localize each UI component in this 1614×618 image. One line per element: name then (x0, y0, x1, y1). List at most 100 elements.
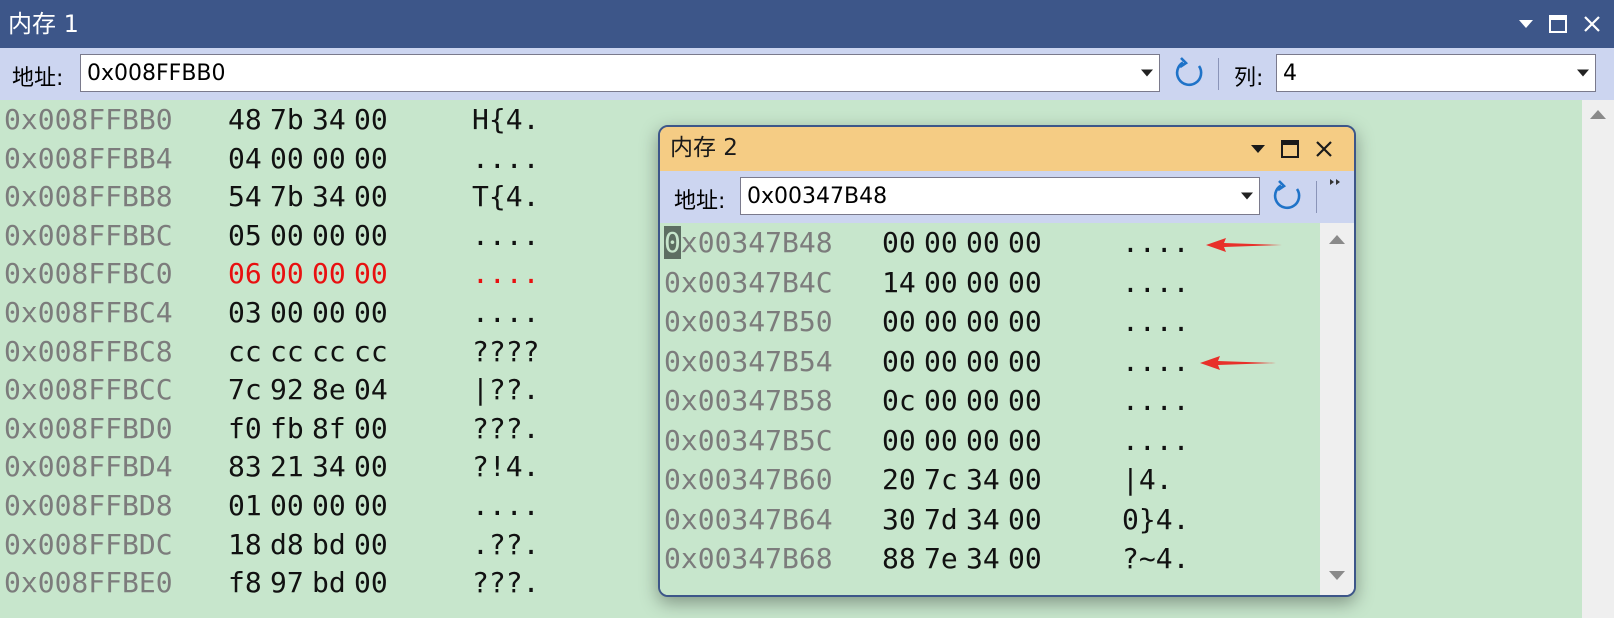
ascii-text-cell[interactable]: .... (1122, 381, 1189, 421)
hex-byte-cell[interactable]: 14 (882, 263, 916, 303)
memory1-scrollbar[interactable] (1582, 100, 1614, 618)
address-value[interactable]: 0x008FFBB0 (87, 61, 226, 86)
hex-byte-cell[interactable]: 00 (882, 302, 916, 342)
overflow-icon[interactable] (1328, 175, 1344, 194)
hex-byte-cell[interactable]: 00 (312, 139, 346, 179)
hex-byte-cell[interactable]: 7e (924, 539, 958, 579)
hex-byte-cell[interactable]: 00 (966, 223, 1000, 263)
address-cell[interactable]: 0x008FFBCC (4, 370, 173, 410)
maximize-icon[interactable] (1544, 10, 1572, 38)
ascii-text-cell[interactable]: ???. (472, 409, 539, 449)
ascii-text-cell[interactable]: .... (1122, 223, 1189, 263)
hex-byte-cell[interactable]: 00 (270, 216, 304, 256)
address-cell[interactable]: 0x008FFBC0 (4, 254, 173, 294)
memory2-scrollbar[interactable] (1320, 223, 1354, 595)
hex-byte-cell[interactable]: 00 (354, 409, 388, 449)
hex-byte-cell[interactable]: 00 (270, 293, 304, 333)
close-icon[interactable] (1578, 10, 1606, 38)
memory1-titlebar[interactable]: 内存 1 (0, 0, 1614, 48)
hex-byte-cell[interactable]: 00 (1008, 539, 1042, 579)
hex-byte-cell[interactable]: 48 (228, 100, 262, 140)
hex-byte-cell[interactable]: 01 (228, 486, 262, 526)
address-cell[interactable]: 0x008FFBD4 (4, 447, 173, 487)
hex-byte-cell[interactable]: 00 (354, 100, 388, 140)
chevron-down-icon[interactable] (1241, 192, 1253, 200)
hex-byte-cell[interactable]: 18 (228, 525, 262, 565)
ascii-text-cell[interactable]: |4. (1122, 460, 1173, 500)
address-cell[interactable]: 0x008FFBC4 (4, 293, 173, 333)
hex-byte-cell[interactable]: 34 (966, 539, 1000, 579)
scroll-down-icon[interactable] (1329, 571, 1345, 580)
address-cell[interactable]: 0x00347B68 (664, 539, 833, 579)
memory2-titlebar[interactable]: 内存 2 (660, 127, 1354, 171)
ascii-text-cell[interactable]: .... (472, 139, 539, 179)
hex-byte-cell[interactable]: 00 (354, 293, 388, 333)
hex-byte-cell[interactable]: 00 (312, 216, 346, 256)
scroll-up-icon[interactable] (1590, 110, 1606, 119)
address-cell[interactable]: 0x00347B5C (664, 421, 833, 461)
hex-byte-cell[interactable]: 00 (1008, 342, 1042, 382)
hex-byte-cell[interactable]: 00 (1008, 421, 1042, 461)
hex-byte-cell[interactable]: f8 (228, 563, 262, 603)
hex-byte-cell[interactable]: 54 (228, 177, 262, 217)
hex-byte-cell[interactable]: 00 (270, 486, 304, 526)
columns-combobox[interactable]: 4 (1276, 54, 1596, 92)
ascii-text-cell[interactable]: .... (1122, 342, 1189, 382)
columns-value[interactable]: 4 (1283, 61, 1297, 86)
scroll-up-icon[interactable] (1329, 235, 1345, 244)
address-combobox[interactable]: 0x008FFBB0 (80, 54, 1160, 92)
ascii-text-cell[interactable]: T{4. (472, 177, 539, 217)
address-cell[interactable]: 0x00347B64 (664, 500, 833, 540)
hex-byte-cell[interactable]: 00 (354, 139, 388, 179)
hex-byte-cell[interactable]: 00 (924, 302, 958, 342)
ascii-text-cell[interactable]: |??. (472, 370, 539, 410)
address-cell[interactable]: 0x008FFBB8 (4, 177, 173, 217)
hex-byte-cell[interactable]: 00 (1008, 302, 1042, 342)
hex-byte-cell[interactable]: 34 (966, 460, 1000, 500)
hex-byte-cell[interactable]: 7b (270, 177, 304, 217)
hex-byte-cell[interactable]: 21 (270, 447, 304, 487)
refresh-icon[interactable] (1172, 56, 1206, 94)
address-cell[interactable]: 0x008FFBD0 (4, 409, 173, 449)
ascii-text-cell[interactable]: 0}4. (1122, 500, 1189, 540)
address-cell[interactable]: 0x00347B54 (664, 342, 833, 382)
hex-byte-cell[interactable]: 04 (354, 370, 388, 410)
refresh-icon[interactable] (1270, 179, 1304, 217)
hex-byte-cell[interactable]: 00 (1008, 223, 1042, 263)
address-cell[interactable]: 0x00347B58 (664, 381, 833, 421)
hex-byte-cell[interactable]: 00 (354, 563, 388, 603)
hex-byte-cell[interactable]: 97 (270, 563, 304, 603)
address-cell[interactable]: 0x008FFBB4 (4, 139, 173, 179)
ascii-text-cell[interactable]: ???. (472, 563, 539, 603)
close-icon[interactable] (1310, 135, 1338, 163)
address-cell[interactable]: 0x008FFBC8 (4, 332, 173, 372)
hex-byte-cell[interactable]: 00 (1008, 381, 1042, 421)
hex-byte-cell[interactable]: 06 (228, 254, 262, 294)
hex-byte-cell[interactable]: bd (312, 525, 346, 565)
hex-byte-cell[interactable]: 00 (312, 293, 346, 333)
address-cell[interactable]: 0x008FFBDC (4, 525, 173, 565)
hex-byte-cell[interactable]: 7c (228, 370, 262, 410)
hex-byte-cell[interactable]: 7c (924, 460, 958, 500)
hex-byte-cell[interactable]: 00 (882, 342, 916, 382)
hex-byte-cell[interactable]: 00 (1008, 460, 1042, 500)
address-cell[interactable]: 0x008FFBD8 (4, 486, 173, 526)
ascii-text-cell[interactable]: .... (472, 293, 539, 333)
hex-byte-cell[interactable]: 34 (312, 447, 346, 487)
hex-byte-cell[interactable]: 00 (924, 223, 958, 263)
hex-byte-cell[interactable]: 00 (924, 342, 958, 382)
ascii-text-cell[interactable]: .... (472, 254, 539, 294)
hex-byte-cell[interactable]: 04 (228, 139, 262, 179)
hex-byte-cell[interactable]: 00 (966, 263, 1000, 303)
hex-byte-cell[interactable]: 83 (228, 447, 262, 487)
hex-byte-cell[interactable]: d8 (270, 525, 304, 565)
hex-byte-cell[interactable]: 7d (924, 500, 958, 540)
ascii-text-cell[interactable]: H{4. (472, 100, 539, 140)
maximize-icon[interactable] (1276, 135, 1304, 163)
address-cell[interactable]: 0x00347B60 (664, 460, 833, 500)
ascii-text-cell[interactable]: ?!4. (472, 447, 539, 487)
hex-byte-cell[interactable]: 00 (966, 342, 1000, 382)
hex-byte-cell[interactable]: 00 (354, 486, 388, 526)
ascii-text-cell[interactable]: ?~4. (1122, 539, 1189, 579)
address-value[interactable]: 0x00347B48 (747, 184, 887, 209)
